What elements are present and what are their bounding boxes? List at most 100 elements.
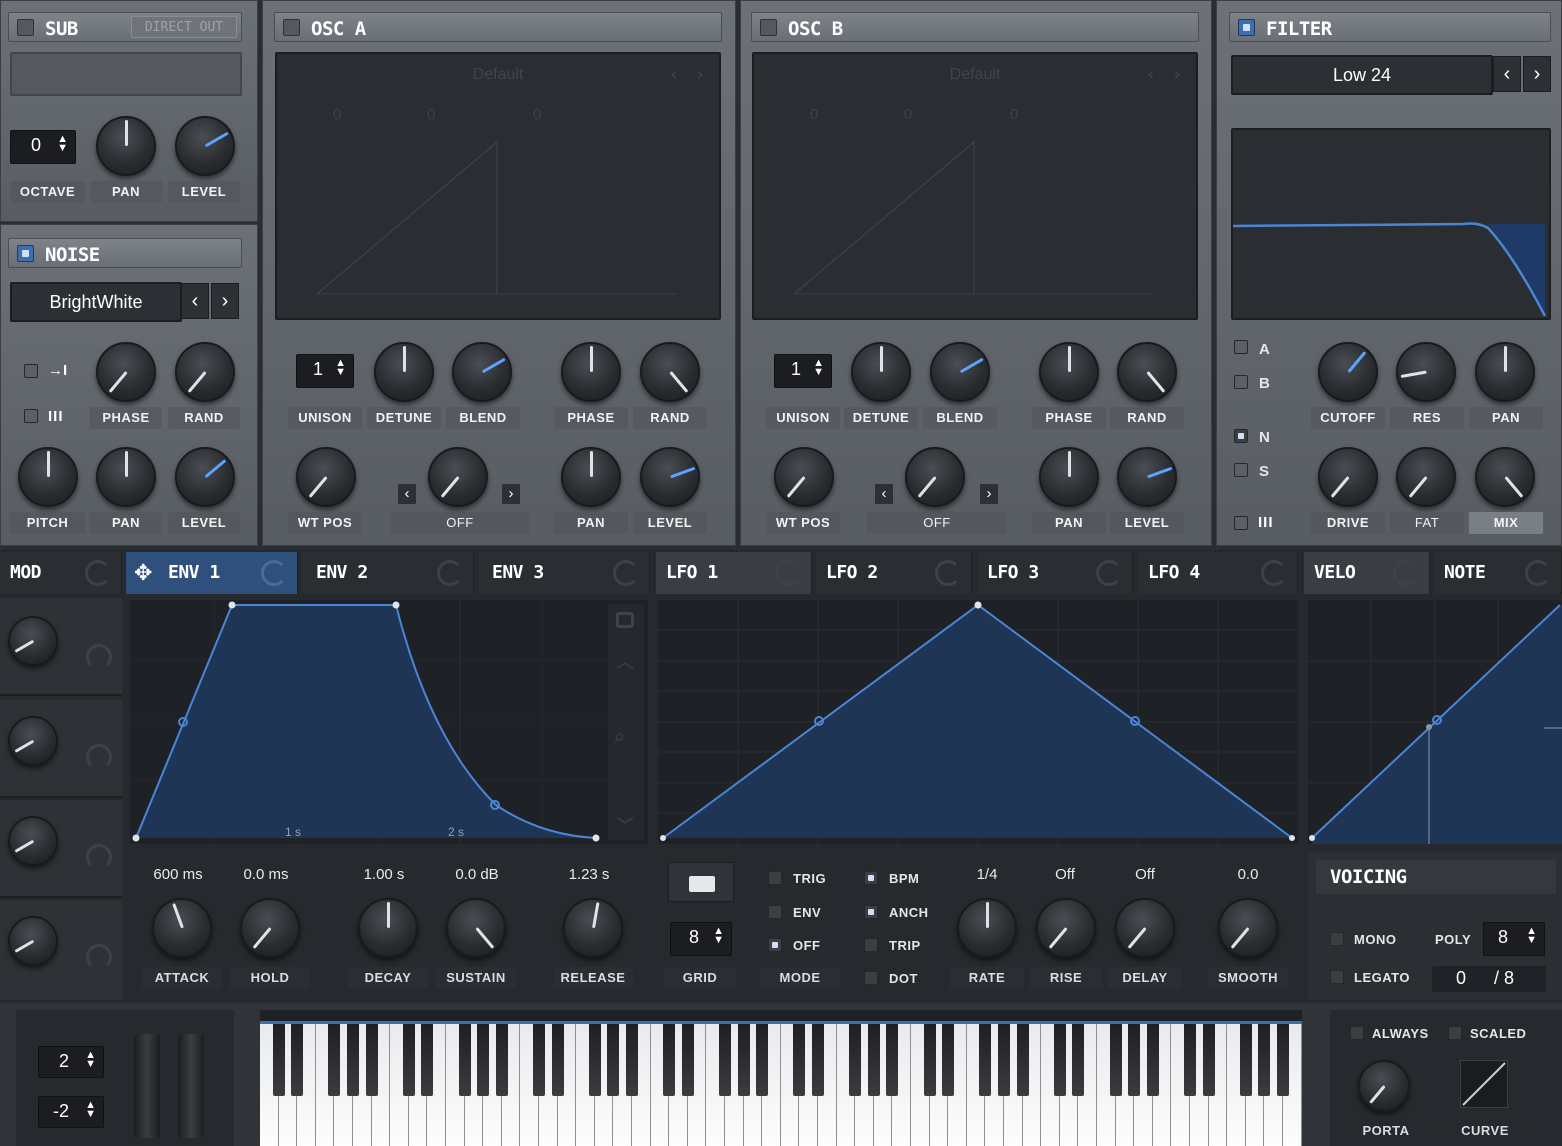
black-key[interactable] [663,1024,676,1096]
env-attack-knob[interactable] [152,898,212,958]
env-hold-knob[interactable] [240,898,300,958]
osc-a-blend-knob[interactable] [452,342,512,402]
mod-knob-2[interactable] [8,716,58,766]
direct-out-button[interactable]: DIRECT OUT [131,16,237,38]
zoom-icon[interactable]: ⌕ [614,726,625,749]
noise-pan-knob[interactable] [96,447,156,507]
legato-checkbox[interactable] [1330,970,1344,984]
black-key[interactable] [1016,1024,1029,1096]
filter-fat-knob[interactable] [1396,447,1456,507]
scaled-checkbox[interactable] [1448,1026,1462,1040]
tab-velo[interactable]: VELO [1304,552,1430,594]
osc-a-phase-knob[interactable] [561,342,621,402]
filter-prev-button[interactable]: ‹ [1493,56,1521,92]
black-key[interactable] [1146,1024,1159,1096]
osc-b-level-knob[interactable] [1117,447,1177,507]
black-key[interactable] [737,1024,750,1096]
lfo-rate-knob[interactable] [957,898,1017,958]
filter-route-b-checkbox[interactable] [1234,375,1248,389]
pitch-up-spinner[interactable]: 2 ▲ ▼ [38,1046,104,1078]
chevron-up-icon[interactable]: ︿ [616,648,634,674]
lfo-bpm-checkbox[interactable] [864,871,878,885]
black-key[interactable] [793,1024,806,1096]
octave-spinner[interactable]: 0 ▲ ▼ [10,130,76,164]
env-release-knob[interactable] [563,898,623,958]
osc-b-pan-knob[interactable] [1039,447,1099,507]
tab-lfo4[interactable]: LFO 4 [1138,552,1298,594]
lfo-grid-spinner[interactable]: 8 ▲ ▼ [670,922,732,956]
black-key[interactable] [272,1024,285,1096]
mod-knob-4[interactable] [8,916,58,966]
osc-b-detune-knob[interactable] [851,342,911,402]
drag-move-icon[interactable]: ✥ [134,560,152,586]
osc-b-phase-knob[interactable] [1039,342,1099,402]
lfo-graph[interactable] [658,600,1298,844]
osc-a-pan-knob[interactable] [561,447,621,507]
lfo-rise-knob[interactable] [1036,898,1096,958]
sub-pan-knob[interactable] [96,116,156,176]
black-key[interactable] [1184,1024,1196,1096]
tab-lfo1[interactable]: LFO 1 [656,552,812,594]
osc-b-blend-knob[interactable] [930,342,990,402]
pitch-bend-wheel[interactable] [134,1034,160,1138]
filter-route-s-checkbox[interactable] [1234,463,1248,477]
sub-enable-checkbox[interactable] [17,19,34,36]
black-key[interactable] [365,1024,378,1096]
pitch-down-spinner[interactable]: -2 ▲ ▼ [38,1096,104,1128]
black-key[interactable] [1053,1024,1066,1096]
black-key[interactable] [588,1024,601,1096]
tab-lfo2[interactable]: LFO 2 [816,552,972,594]
poly-spinner[interactable]: 8 ▲ ▼ [1483,922,1545,956]
sub-level-knob[interactable] [175,116,235,176]
filter-type-display[interactable]: Low 24 [1231,55,1493,95]
mod-knob-3[interactable] [8,816,58,866]
mod-wheel[interactable] [178,1034,204,1138]
filter-keytrack-checkbox[interactable] [1234,516,1248,530]
noise-pitch-knob[interactable] [18,447,78,507]
chevron-down-icon[interactable]: ﹀ [616,812,634,838]
osc-b-unison-spinner[interactable]: 1 ▲ ▼ [774,354,832,388]
osc-b-warp-knob[interactable] [905,447,965,507]
tab-env2[interactable]: ENV 2 [302,552,474,594]
noise-prev-button[interactable]: ‹ [181,283,209,319]
black-key[interactable] [719,1024,731,1096]
always-checkbox[interactable] [1350,1026,1364,1040]
black-key[interactable] [1128,1024,1141,1096]
osc-a-warp-knob[interactable] [428,447,488,507]
osc-b-enable-checkbox[interactable] [760,19,777,36]
black-key[interactable] [347,1024,359,1096]
noise-level-knob[interactable] [175,447,235,507]
lfo-trig-checkbox[interactable] [768,871,782,885]
lfo-delay-knob[interactable] [1115,898,1175,958]
noise-rand-knob[interactable] [175,342,235,402]
black-key[interactable] [1239,1024,1252,1096]
black-key[interactable] [756,1024,769,1096]
mod-knob-1[interactable] [8,616,58,666]
filter-cutoff-knob[interactable] [1318,342,1378,402]
black-key[interactable] [1202,1024,1215,1096]
lock-icon[interactable] [616,612,634,628]
lfo-dot-checkbox[interactable] [864,971,878,985]
noise-keytrack-checkbox[interactable] [24,409,38,423]
velo-graph[interactable] [1308,600,1562,844]
black-key[interactable] [421,1024,434,1096]
osc-a-rand-knob[interactable] [640,342,700,402]
black-key[interactable] [607,1024,620,1096]
osc-b-wtpos-knob[interactable] [774,447,834,507]
black-key[interactable] [979,1024,992,1096]
black-key[interactable] [886,1024,899,1096]
osc-a-unison-spinner[interactable]: 1 ▲ ▼ [296,354,354,388]
black-key[interactable] [402,1024,415,1096]
lfo-trip-checkbox[interactable] [864,938,878,952]
tab-env1[interactable]: ✥ ENV 1 [126,552,298,594]
black-key[interactable] [867,1024,880,1096]
osc-a-wtpos-knob[interactable] [296,447,356,507]
tab-lfo3[interactable]: LFO 3 [977,552,1133,594]
filter-mix-knob[interactable] [1475,447,1535,507]
osc-a-wavetable-display[interactable]: Default ‹ › 0 0 0 [275,52,721,320]
black-key[interactable] [533,1024,545,1096]
filter-drive-knob[interactable] [1318,447,1378,507]
tab-mod[interactable]: MOD [0,552,122,594]
lfo-preset-folder-button[interactable] [668,862,734,902]
osc-a-detune-knob[interactable] [374,342,434,402]
